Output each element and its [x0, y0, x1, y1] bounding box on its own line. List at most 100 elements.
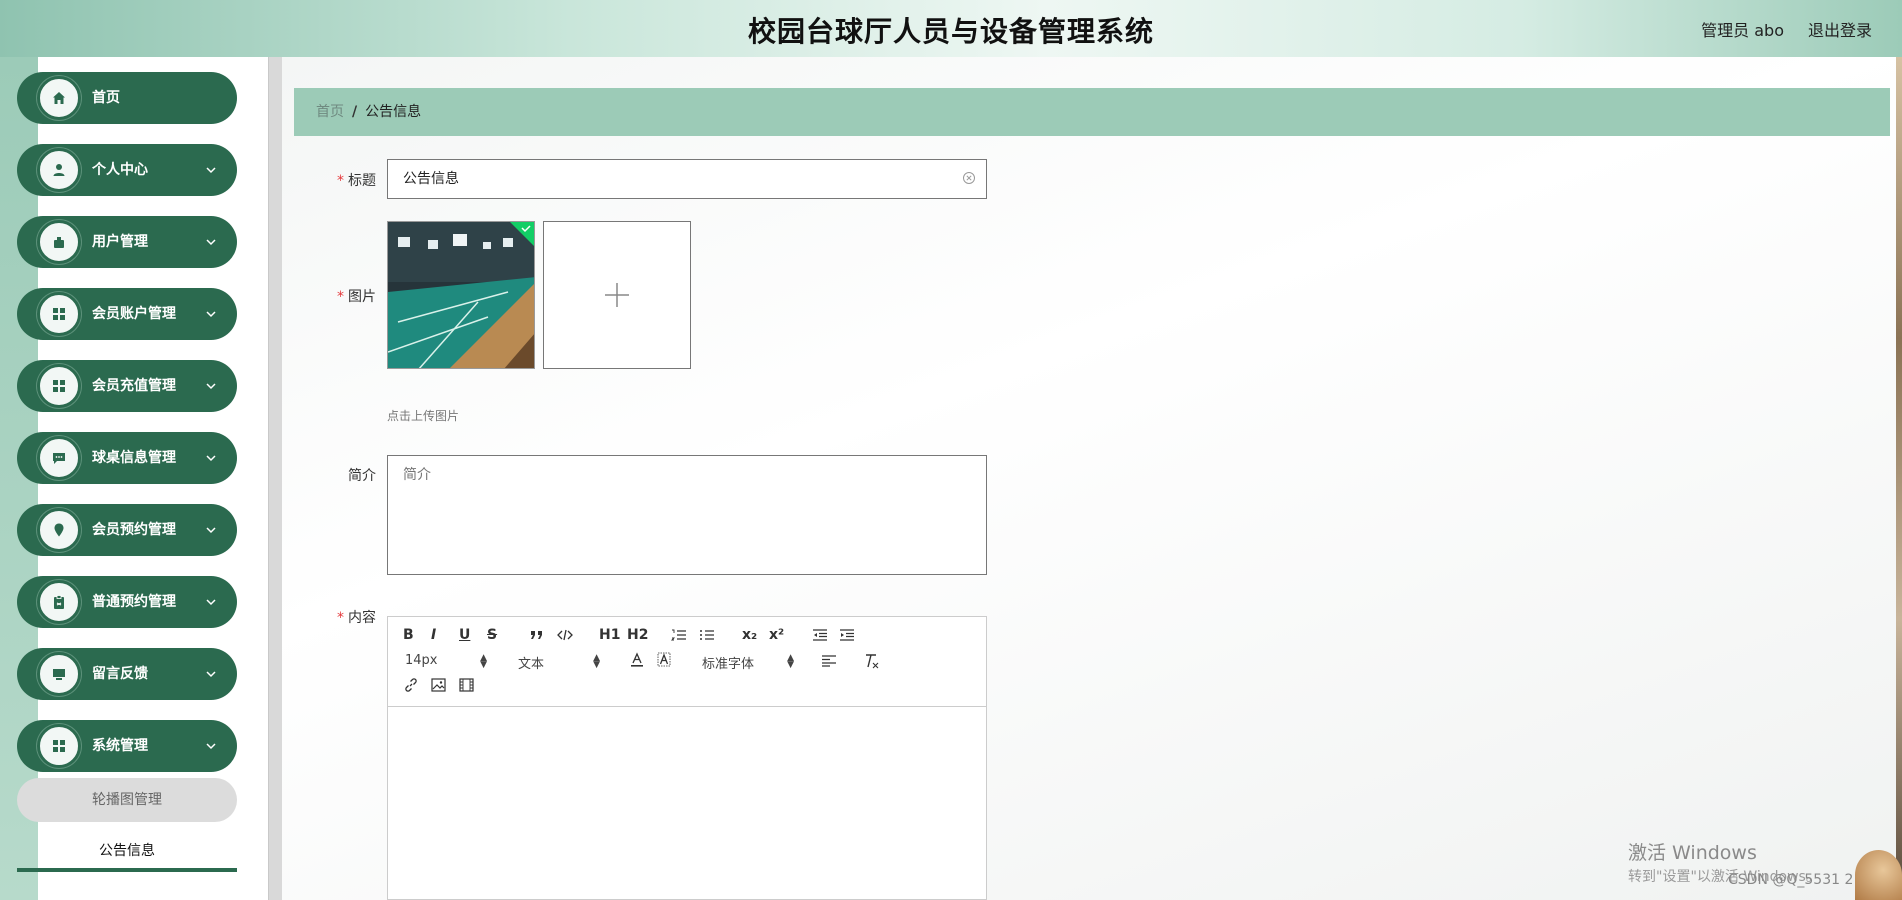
chevron-down-icon [206, 527, 216, 534]
chevron-down-icon [206, 599, 216, 606]
required-mark: * [337, 289, 344, 305]
sidebar-item-label: 球桌信息管理 [92, 450, 176, 466]
title-label-text: 标题 [348, 173, 376, 189]
font-family-value: 标准字体 [702, 657, 755, 672]
sidebar-item-system-management[interactable]: 系统管理 [17, 720, 237, 772]
sidebar-item-label: 个人中心 [92, 162, 148, 178]
mascot-image [1855, 850, 1902, 900]
logout-link[interactable]: 退出登录 [1808, 17, 1872, 41]
font-family-select[interactable]: 标准字体 ▲ ▼ [702, 653, 794, 673]
sidebar-item-personal-center[interactable]: 个人中心 [17, 144, 237, 196]
breadcrumb-separator: / [352, 104, 358, 120]
chevron-down-icon [206, 167, 216, 174]
content-label-text: 内容 [348, 610, 376, 626]
grid-icon [37, 292, 81, 336]
sidebar-item-feedback[interactable]: 留言反馈 [17, 648, 237, 700]
clear-format-icon[interactable] [863, 653, 879, 669]
sidebar-item-user-management[interactable]: 用户管理 [17, 216, 237, 268]
align-left-icon[interactable] [821, 655, 837, 667]
font-size-select[interactable]: 14px ▲ ▼ [405, 653, 487, 670]
sidebar-item-label: 首页 [92, 90, 120, 106]
bullet-list-icon[interactable] [699, 628, 715, 642]
uploaded-image-thumbnail[interactable] [387, 221, 535, 369]
editor-content-area[interactable] [388, 708, 986, 898]
ordered-list-icon[interactable] [671, 628, 687, 642]
strike-button[interactable]: S [487, 627, 497, 643]
bold-button[interactable]: B [403, 627, 414, 643]
sidebar-subitem-carousel[interactable]: 轮播图管理 [17, 778, 237, 822]
content-label: * 内容 [296, 607, 376, 627]
code-icon[interactable] [557, 629, 573, 641]
upload-tip: 点击上传图片 [387, 409, 460, 423]
monitor-icon [37, 652, 81, 696]
chevron-down-icon [206, 239, 216, 246]
link-icon[interactable] [403, 677, 419, 693]
sidebar-item-home[interactable]: 首页 [17, 72, 237, 124]
current-user: 管理员 abo [1701, 21, 1784, 40]
rich-text-editor[interactable]: B I U S H1 H2 x₂ x² 14px ▲ ▼ 文本 ▲ ▼ 标准字体 ▲… [387, 616, 987, 900]
indent-icon[interactable] [839, 629, 855, 641]
check-badge-icon [510, 222, 534, 246]
sidebar-item-label: 普通预约管理 [92, 594, 176, 610]
sidebar-item-label: 会员账户管理 [92, 306, 176, 322]
font-color-icon[interactable] [630, 652, 644, 668]
select-arrows-icon: ▲ ▼ [787, 653, 794, 670]
sidebar-subitem-announcement[interactable]: 公告信息 [17, 830, 237, 872]
select-arrows-icon: ▲ ▼ [480, 653, 487, 670]
grid-icon [37, 724, 81, 768]
heading1-button[interactable]: H1 [599, 627, 620, 643]
sidebar-item-member-booking[interactable]: 会员预约管理 [17, 504, 237, 556]
desktop-edge [1896, 57, 1902, 900]
intro-label: 简介 [348, 468, 376, 484]
user-manage-icon [37, 220, 81, 264]
superscript-button[interactable]: x² [769, 627, 784, 643]
home-icon [37, 76, 81, 120]
italic-button[interactable]: I [431, 627, 436, 643]
title-label: * 标题 [296, 170, 376, 190]
select-arrows-icon: ▲ ▼ [593, 653, 600, 670]
user-icon [37, 148, 81, 192]
image-label: * 图片 [296, 286, 376, 306]
chevron-down-icon [206, 743, 216, 750]
sidebar-item-label: 用户管理 [92, 234, 148, 250]
underline-button[interactable]: U [459, 627, 470, 643]
sidebar-item-normal-booking[interactable]: 普通预约管理 [17, 576, 237, 628]
background-color-icon[interactable] [657, 652, 671, 668]
required-mark: * [337, 173, 344, 189]
header-select-value: 文本 [518, 657, 545, 672]
plus-icon [605, 283, 629, 307]
title-input[interactable]: 公告信息 [387, 159, 987, 199]
chevron-down-icon [206, 311, 216, 318]
sidebar-item-label: 留言反馈 [92, 666, 148, 682]
upload-image-button[interactable] [543, 221, 691, 369]
breadcrumb-home[interactable]: 首页 [316, 104, 344, 120]
sidebar-scrollbar[interactable] [268, 57, 282, 900]
quote-icon[interactable] [530, 629, 544, 641]
video-icon[interactable] [459, 678, 474, 692]
required-mark: * [337, 610, 344, 626]
image-label-text: 图片 [348, 289, 376, 305]
sidebar-item-member-recharge[interactable]: 会员充值管理 [17, 360, 237, 412]
sidebar-item-label: 会员充值管理 [92, 378, 176, 394]
font-size-value: 14px [405, 653, 438, 668]
image-icon[interactable] [431, 678, 446, 692]
clipboard-icon [37, 580, 81, 624]
outdent-icon[interactable] [812, 629, 828, 641]
intro-textarea[interactable] [387, 455, 987, 575]
editor-toolbar: B I U S H1 H2 x₂ x² 14px ▲ ▼ 文本 ▲ ▼ 标准字体 ▲… [388, 617, 986, 707]
grid-icon [37, 364, 81, 408]
sidebar-item-member-account[interactable]: 会员账户管理 [17, 288, 237, 340]
header-select[interactable]: 文本 ▲ ▼ [518, 653, 600, 673]
subscript-button[interactable]: x₂ [742, 627, 757, 643]
heading2-button[interactable]: H2 [627, 627, 648, 643]
sidebar-item-table-info[interactable]: 球桌信息管理 [17, 432, 237, 484]
top-header: 校园台球厅人员与设备管理系统 管理员 abo 退出登录 [0, 0, 1902, 57]
sidebar-item-label: 会员预约管理 [92, 522, 176, 538]
chevron-down-icon [206, 455, 216, 462]
location-icon [37, 508, 81, 552]
app-title: 校园台球厅人员与设备管理系统 [747, 15, 1154, 48]
breadcrumb-current: 公告信息 [365, 104, 422, 120]
breadcrumb: 首页 / 公告信息 [294, 88, 1890, 136]
chevron-down-icon [206, 671, 216, 678]
clear-icon[interactable] [962, 171, 976, 185]
